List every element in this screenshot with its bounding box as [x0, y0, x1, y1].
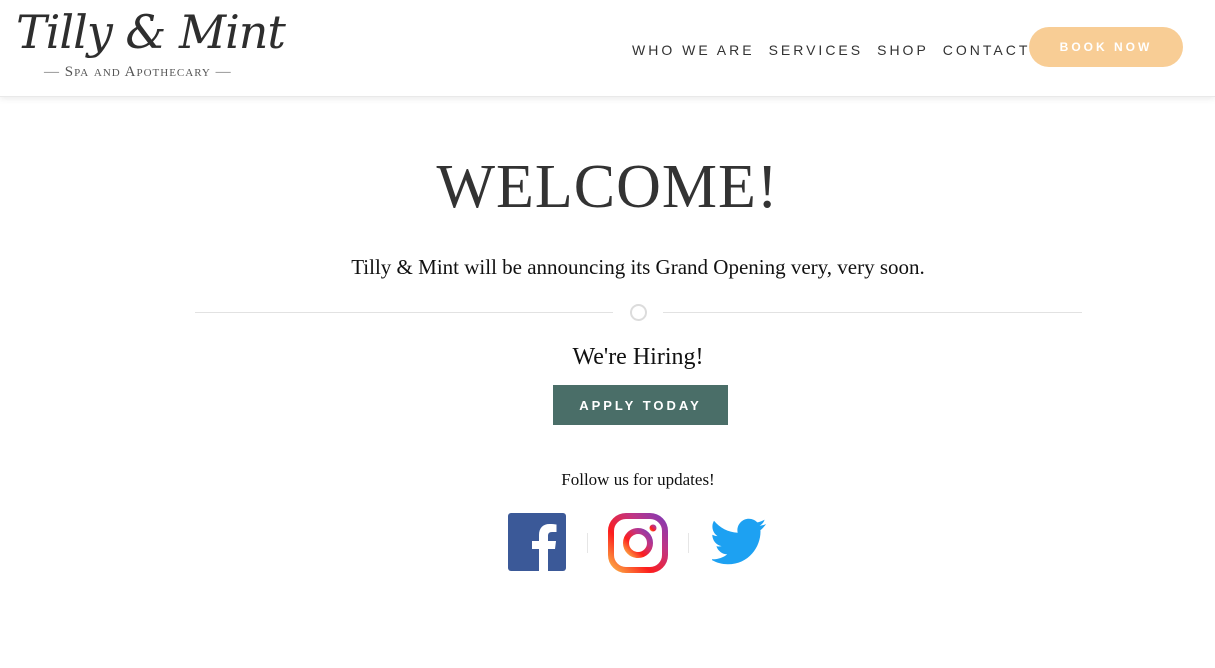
- welcome-heading: WELCOME!: [436, 153, 779, 221]
- nav-services[interactable]: SERVICES: [769, 42, 864, 58]
- apply-today-button[interactable]: APPLY TODAY: [553, 385, 728, 425]
- social-separator: [587, 533, 588, 553]
- follow-text: Follow us for updates!: [561, 470, 715, 489]
- twitter-icon[interactable]: [712, 518, 766, 566]
- nav-contact[interactable]: CONTACT: [943, 42, 1031, 58]
- hiring-heading: We're Hiring!: [572, 344, 704, 370]
- nav-shop[interactable]: SHOP: [877, 42, 929, 58]
- logo-dash-right: —: [215, 64, 232, 80]
- nav-who-we-are[interactable]: WHO WE ARE: [632, 42, 755, 58]
- logo-dash-left: —: [44, 64, 60, 80]
- logo-subtitle-text: Spa and Apothecary: [64, 64, 211, 80]
- divider-circle-icon: [630, 304, 647, 321]
- logo-subtitle: — Spa and Apothecary —: [44, 64, 232, 81]
- social-separator: [688, 533, 689, 553]
- divider-left: [195, 312, 613, 313]
- announcement-text: Tilly & Mint will be announcing its Gran…: [351, 255, 925, 279]
- main-nav: WHO WE ARE SERVICES SHOP CONTACT: [632, 42, 1044, 58]
- facebook-icon[interactable]: [508, 513, 566, 571]
- logo[interactable]: Tilly & Mint — Spa and Apothecary —: [16, 2, 286, 92]
- instagram-icon[interactable]: [608, 513, 668, 573]
- book-now-button[interactable]: BOOK NOW: [1029, 27, 1183, 67]
- divider-right: [663, 312, 1082, 313]
- site-header: Tilly & Mint — Spa and Apothecary — WHO …: [0, 0, 1215, 97]
- logo-title: Tilly & Mint: [16, 5, 286, 59]
